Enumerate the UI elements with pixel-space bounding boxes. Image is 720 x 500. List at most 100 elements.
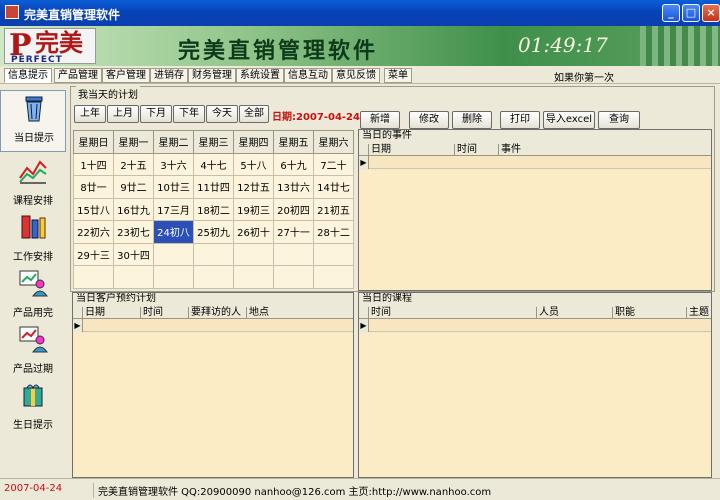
- calendar-day[interactable]: 30十四: [113, 242, 154, 266]
- calendar-day[interactable]: 14廿七: [313, 175, 354, 199]
- calendar-day[interactable]: 5十八: [233, 152, 274, 176]
- calendar-day[interactable]: 29十三: [73, 242, 114, 266]
- add-button[interactable]: 新增: [360, 111, 400, 129]
- calendar-day[interactable]: 8廿一: [73, 175, 114, 199]
- column-header[interactable]: 事件: [499, 144, 711, 156]
- column-header[interactable]: 时间: [369, 307, 537, 319]
- calendar-day: [193, 242, 234, 266]
- logo-cn: 完美: [35, 29, 83, 57]
- menu-item-feedback[interactable]: 意见反馈: [332, 68, 380, 83]
- menu-item-settings[interactable]: 系统设置: [236, 68, 284, 83]
- calendar-day: [193, 265, 234, 289]
- column-header[interactable]: 职能: [613, 307, 687, 319]
- calendar-day[interactable]: 2十五: [113, 152, 154, 176]
- calendar-day[interactable]: 21初五: [313, 197, 354, 221]
- table-row[interactable]: ▶: [359, 156, 711, 169]
- title-bar: 完美直销管理软件 _ □ ×: [0, 0, 720, 26]
- calendar-day[interactable]: 1十四: [73, 152, 114, 176]
- sidebar-item-courses[interactable]: 课程安排: [0, 154, 66, 216]
- row-pointer-icon: ▶: [73, 319, 83, 332]
- calendar-day[interactable]: 13廿六: [273, 175, 314, 199]
- calendar-day[interactable]: 22初六: [73, 220, 114, 244]
- column-header[interactable]: 要拜访的人: [189, 307, 247, 319]
- gift-icon: [23, 384, 43, 407]
- calendar-day: [273, 265, 314, 289]
- calendar-day[interactable]: 28十二: [313, 220, 354, 244]
- calendar-day[interactable]: 25初九: [193, 220, 234, 244]
- calendar-day[interactable]: 23初七: [113, 220, 154, 244]
- calendar-day[interactable]: 12廿五: [233, 175, 274, 199]
- weekday-header: 星期六: [313, 130, 354, 154]
- close-button[interactable]: ×: [702, 4, 720, 22]
- prev-year-button[interactable]: 上年: [74, 105, 106, 123]
- maximize-button[interactable]: □: [682, 4, 700, 22]
- menu-item-interact[interactable]: 信息互动: [284, 68, 332, 83]
- prev-month-button[interactable]: 上月: [107, 105, 139, 123]
- calendar-day[interactable]: 4十七: [193, 152, 234, 176]
- edit-button[interactable]: 修改: [409, 111, 449, 129]
- column-header[interactable]: 时间: [141, 307, 189, 319]
- calendar-day: [153, 265, 194, 289]
- sidebar-item-birthday[interactable]: 生日提示: [0, 378, 66, 440]
- calendar-day[interactable]: 20初四: [273, 197, 314, 221]
- column-header[interactable]: 日期: [369, 144, 455, 156]
- column-header[interactable]: 日期: [83, 307, 141, 319]
- today-button[interactable]: 今天: [206, 105, 238, 123]
- table-row[interactable]: ▶: [359, 319, 711, 332]
- next-month-button[interactable]: 下月: [140, 105, 172, 123]
- logo: P 完美 PERFECT: [4, 28, 96, 65]
- calendar-day[interactable]: 18初二: [193, 197, 234, 221]
- weekday-header: 星期三: [193, 130, 234, 154]
- banner: P 完美 PERFECT 完美直销管理软件 01:49:17: [0, 26, 720, 66]
- sidebar-item-expired[interactable]: 产品过期: [0, 322, 66, 384]
- menu-item-products[interactable]: 产品管理: [54, 68, 102, 83]
- column-header[interactable]: 人员: [537, 307, 613, 319]
- events-caption: 当日的事件: [362, 130, 412, 141]
- calendar-day[interactable]: 7二十: [313, 152, 354, 176]
- calendar-day: [153, 242, 194, 266]
- calendar-day-today[interactable]: 24初八: [153, 220, 194, 244]
- minimize-button[interactable]: _: [662, 4, 680, 22]
- menu-item-inventory[interactable]: 进销存: [150, 68, 188, 83]
- calendar-day[interactable]: 6十九: [273, 152, 314, 176]
- column-header[interactable]: 时间: [455, 144, 499, 156]
- delete-button[interactable]: 删除: [452, 111, 492, 129]
- calendar-day[interactable]: 16廿九: [113, 197, 154, 221]
- clock: 01:49:17: [518, 33, 608, 57]
- calendar-day[interactable]: 19初三: [233, 197, 274, 221]
- weekday-header: 星期五: [273, 130, 314, 154]
- calendar-day[interactable]: 9廿二: [113, 175, 154, 199]
- sidebar-item-used-up[interactable]: 产品用完: [0, 266, 66, 328]
- print-button[interactable]: 打印: [500, 111, 540, 129]
- import-excel-button[interactable]: 导入excel: [543, 111, 595, 129]
- calendar-day[interactable]: 15廿八: [73, 197, 114, 221]
- column-header[interactable]: 主题: [687, 307, 711, 319]
- chart-icon: [19, 160, 47, 184]
- calendar-day[interactable]: 3十六: [153, 152, 194, 176]
- customer-plan-grid[interactable]: 当日客户预约计划 日期 时间 要拜访的人 地点 ▶: [72, 292, 354, 478]
- calendar-day[interactable]: 10廿三: [153, 175, 194, 199]
- course-grid[interactable]: 当日的课程 时间 人员 职能 主题 ▶: [358, 292, 712, 478]
- calendar-day[interactable]: 26初十: [233, 220, 274, 244]
- current-date-label: 日期:2007-04-24: [272, 112, 360, 123]
- calendar-day[interactable]: 27十一: [273, 220, 314, 244]
- weekday-header: 星期四: [233, 130, 274, 154]
- calendar-day[interactable]: 17三月: [153, 197, 194, 221]
- next-year-button[interactable]: 下年: [173, 105, 205, 123]
- search-button[interactable]: 查询: [598, 111, 640, 129]
- events-grid[interactable]: 当日的事件 日期 时间 事件 ▶: [358, 129, 712, 291]
- sidebar-item-today[interactable]: 当日提示: [0, 90, 66, 152]
- column-header[interactable]: 地点: [247, 307, 353, 319]
- menu-item-info[interactable]: 信息提示: [4, 68, 52, 83]
- course-header: 时间 人员 职能 主题: [359, 307, 711, 319]
- status-text: 完美直销管理软件 QQ:20900090 nanhoo@126.com 主页:h…: [93, 483, 491, 498]
- menu-item-customers[interactable]: 客户管理: [102, 68, 150, 83]
- table-row[interactable]: ▶: [73, 319, 353, 332]
- menu-item-menu[interactable]: 菜单: [384, 68, 412, 83]
- row-pointer-icon: ▶: [359, 156, 369, 169]
- calendar-day[interactable]: 11廿四: [193, 175, 234, 199]
- all-button[interactable]: 全部: [239, 105, 269, 123]
- sidebar-item-work[interactable]: 工作安排: [0, 210, 66, 272]
- menu-item-finance[interactable]: 财务管理: [188, 68, 236, 83]
- sidebar: 当日提示 课程安排 工作安排 产品用完 产品过期 生日提示: [0, 86, 66, 478]
